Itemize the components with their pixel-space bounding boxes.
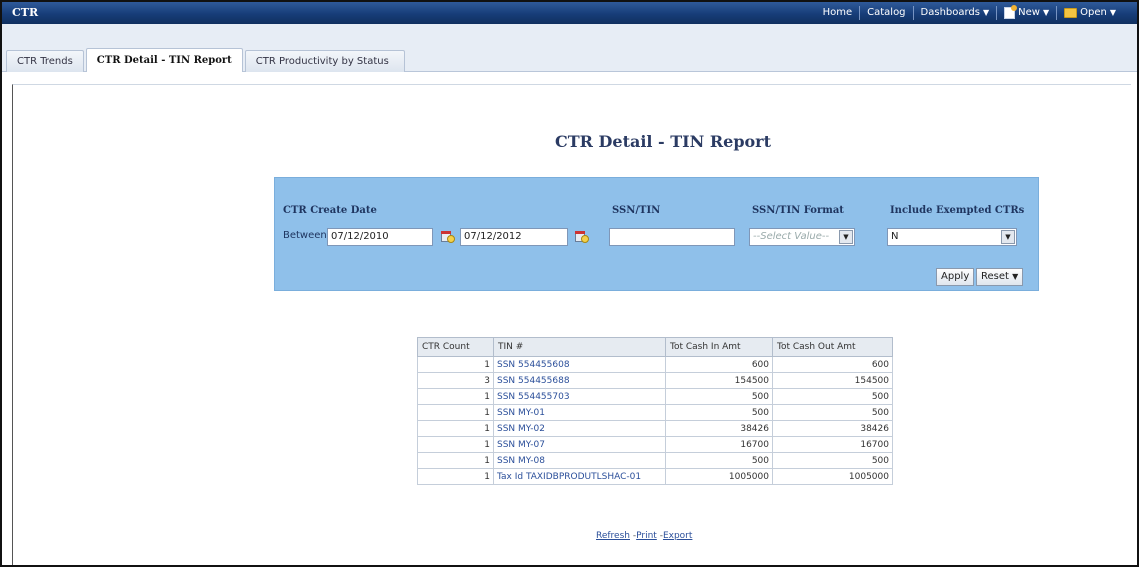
tab-ctr-detail-tin-report[interactable]: CTR Detail - TIN Report [85, 48, 243, 72]
ctr-count-cell: 1 [417, 452, 494, 469]
report-links: Refresh -Print -Export [596, 531, 692, 541]
create-date-label: CTR Create Date [283, 205, 377, 216]
tab-ctr-trends[interactable]: CTR Trends [6, 50, 84, 72]
ssn-tin-format-placeholder: --Select Value-- [753, 231, 830, 242]
chevron-down-icon: ▼ [1042, 8, 1050, 17]
nav-dashboards-menu[interactable]: Dashboards ▼ [914, 2, 997, 24]
column-header[interactable]: Tot Cash Out Amt [772, 337, 893, 357]
ssn-tin-format-label: SSN/TIN Format [752, 205, 844, 216]
nav-separator [859, 6, 861, 20]
cash-out-cell: 16700 [772, 436, 893, 453]
cash-in-cell: 500 [665, 388, 773, 405]
tin-link[interactable]: Tax Id TAXIDBPRODUTLSHAC-01 [493, 468, 666, 485]
cash-out-cell: 500 [772, 388, 893, 405]
header-bar: CTR Home Catalog Dashboards ▼ New ▼ Open… [2, 2, 1137, 24]
chevron-down-icon: ▼ [1012, 272, 1019, 281]
chevron-down-icon[interactable]: ▼ [839, 230, 853, 244]
tin-link[interactable]: SSN 554455703 [493, 388, 666, 405]
table-row: 1 Tax Id TAXIDBPRODUTLSHAC-01 1005000 10… [417, 468, 893, 485]
column-header[interactable]: CTR Count [417, 337, 494, 357]
calendar-icon[interactable] [574, 228, 590, 244]
ctr-count-cell: 3 [417, 372, 494, 389]
cash-in-cell: 600 [665, 356, 773, 373]
chevron-down-icon: ▼ [983, 8, 990, 17]
ctr-results-table: CTR Count TIN # Tot Cash In Amt Tot Cash… [417, 337, 893, 485]
chevron-down-icon[interactable]: ▼ [1001, 230, 1015, 244]
ctr-count-cell: 1 [417, 356, 494, 373]
nav-separator [1056, 6, 1058, 20]
export-link[interactable]: Export [663, 531, 692, 541]
cash-out-cell: 1005000 [772, 468, 893, 485]
tin-link[interactable]: SSN 554455688 [493, 372, 666, 389]
table-row: 1 SSN 554455608 600 600 [417, 356, 893, 373]
ctr-count-cell: 1 [417, 404, 494, 421]
nav-separator [912, 6, 914, 20]
table-header-row: CTR Count TIN # Tot Cash In Amt Tot Cash… [417, 337, 893, 357]
table-row: 3 SSN 554455688 154500 154500 [417, 372, 893, 389]
nav-home-link[interactable]: Home [816, 2, 860, 24]
cash-in-cell: 500 [665, 452, 773, 469]
nav-open-menu[interactable]: Open ▼ [1057, 2, 1123, 24]
column-header[interactable]: Tot Cash In Amt [665, 337, 773, 357]
cash-in-cell: 16700 [665, 436, 773, 453]
include-exempted-select[interactable]: N ▼ [887, 228, 1017, 246]
table-row: 1 SSN MY-07 16700 16700 [417, 436, 893, 453]
refresh-link[interactable]: Refresh [596, 531, 630, 541]
ctr-count-cell: 1 [417, 468, 494, 485]
apply-button[interactable]: Apply [936, 268, 975, 286]
nav-separator [996, 6, 998, 20]
cash-out-cell: 38426 [772, 420, 893, 437]
table-row: 1 SSN MY-08 500 500 [417, 452, 893, 469]
ssn-tin-format-select[interactable]: --Select Value-- ▼ [749, 228, 855, 246]
nav-catalog-link[interactable]: Catalog [860, 2, 912, 24]
tab-strip: CTR Trends CTR Detail - TIN Report CTR P… [2, 24, 1137, 72]
table-row: 1 SSN 554455703 500 500 [417, 388, 893, 405]
nav-new-menu[interactable]: New ▼ [997, 2, 1056, 24]
ssn-tin-input[interactable] [609, 228, 735, 246]
cash-out-cell: 500 [772, 404, 893, 421]
ctr-count-cell: 1 [417, 388, 494, 405]
tin-link[interactable]: SSN MY-07 [493, 436, 666, 453]
tab-ctr-productivity-by-status[interactable]: CTR Productivity by Status [244, 50, 405, 72]
cash-out-cell: 600 [772, 356, 893, 373]
print-link[interactable]: Print [636, 531, 657, 541]
dashboard-tabs: CTR Trends CTR Detail - TIN Report CTR P… [6, 48, 407, 72]
cash-out-cell: 500 [772, 452, 893, 469]
tin-link[interactable]: SSN MY-08 [493, 452, 666, 469]
report-title: CTR Detail - TIN Report [555, 132, 771, 151]
calendar-icon[interactable] [440, 228, 456, 244]
window-frame: CTR Home Catalog Dashboards ▼ New ▼ Open… [0, 0, 1139, 567]
reset-button[interactable]: Reset ▼ [976, 268, 1024, 286]
cash-in-cell: 154500 [665, 372, 773, 389]
dashboard-content [12, 84, 1131, 565]
ssn-tin-label: SSN/TIN [612, 205, 661, 216]
ctr-count-cell: 1 [417, 436, 494, 453]
tin-link[interactable]: SSN 554455608 [493, 356, 666, 373]
tin-link[interactable]: SSN MY-02 [493, 420, 666, 437]
cash-out-cell: 154500 [772, 372, 893, 389]
nav-new-label: New [1018, 7, 1040, 18]
top-navigation: Home Catalog Dashboards ▼ New ▼ Open ▼ [816, 2, 1123, 24]
new-document-icon [1004, 5, 1018, 19]
table-row: 1 SSN MY-02 38426 38426 [417, 420, 893, 437]
include-exempted-label: Include Exempted CTRs [890, 205, 1025, 216]
cash-in-cell: 38426 [665, 420, 773, 437]
between-label: Between [283, 230, 327, 241]
chevron-down-icon: ▼ [1109, 8, 1116, 17]
nav-open-label: Open [1080, 7, 1107, 18]
reset-label: Reset [981, 271, 1009, 282]
nav-dashboards-label: Dashboards [920, 7, 980, 18]
folder-icon [1064, 8, 1078, 18]
date-to-input[interactable]: 07/12/2012 [460, 228, 568, 246]
prompt-panel: CTR Create Date Between 07/12/2010 07/12… [274, 177, 1039, 291]
app-title: CTR [12, 6, 39, 19]
ctr-count-cell: 1 [417, 420, 494, 437]
date-from-input[interactable]: 07/12/2010 [327, 228, 433, 246]
tin-link[interactable]: SSN MY-01 [493, 404, 666, 421]
cash-in-cell: 500 [665, 404, 773, 421]
include-exempted-value: N [891, 231, 899, 242]
cash-in-cell: 1005000 [665, 468, 773, 485]
column-header[interactable]: TIN # [493, 337, 666, 357]
table-row: 1 SSN MY-01 500 500 [417, 404, 893, 421]
